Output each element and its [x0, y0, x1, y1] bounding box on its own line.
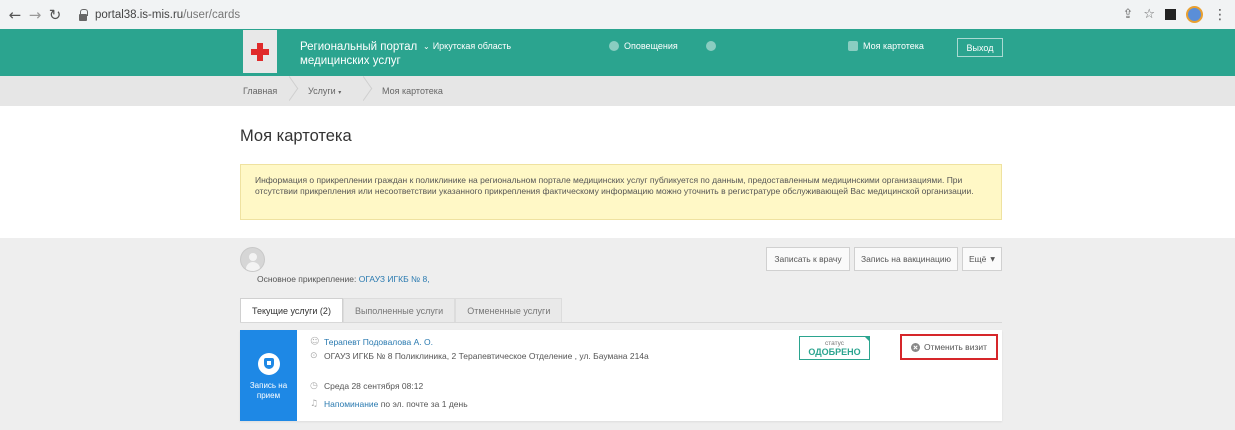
user-icon	[706, 41, 716, 51]
attachment-clinic-link[interactable]: ОГАУЗ ИГКБ № 8,	[359, 274, 430, 284]
breadcrumb-services-label: Услуги	[308, 86, 336, 96]
reminder-line: ♫ Напоминание по эл. почте за 1 день	[310, 399, 468, 410]
more-label: Ещё	[968, 254, 987, 264]
doctor-line: ☺ Терапевт Подовалова А. О.	[310, 337, 433, 348]
status-badge: статус ОДОБРЕНО	[799, 336, 870, 360]
forward-arrow-icon[interactable]: →	[25, 6, 45, 24]
address-text: ОГАУЗ ИГКБ № 8 Поликлиника, 2 Терапевтич…	[324, 351, 649, 361]
chevron-down-icon: ⌄	[423, 42, 430, 51]
more-button[interactable]: Ещё ▼	[962, 247, 1002, 271]
caret-down-icon: ▼	[990, 255, 995, 263]
appointment-type-panel: Запись на прием	[240, 330, 297, 421]
url-path: /user/cards	[183, 8, 241, 21]
status-value: ОДОБРЕНО	[808, 347, 861, 357]
reload-icon[interactable]: ↻	[45, 6, 65, 24]
region-label: Иркутская область	[432, 41, 512, 51]
breadcrumb-separator	[356, 78, 368, 104]
clock-icon: ◷	[310, 381, 318, 391]
bookmark-star-icon[interactable]: ☆	[1143, 7, 1155, 22]
tabs-divider	[240, 322, 1002, 323]
breadcrumb-home[interactable]: Главная	[243, 86, 277, 96]
primary-attachment: Основное прикрепление: ОГАУЗ ИГКБ № 8,	[257, 274, 430, 284]
doctor-icon: ☺	[310, 337, 320, 347]
back-arrow-icon[interactable]: ←	[5, 6, 25, 24]
tab-cancelled-services[interactable]: Отмененные услуги	[455, 298, 563, 322]
user-menu[interactable]	[706, 41, 716, 51]
book-doctor-button[interactable]: Записать к врачу	[766, 247, 850, 271]
location-pin-icon: ⊙	[310, 351, 318, 361]
breadcrumb: Главная Услуги ▾ Моя картотека	[0, 76, 1235, 106]
browser-toolbar: ← → ↻ portal38.is-mis.ru/user/cards ⇪ ☆ …	[0, 0, 1235, 29]
site-header: Региональный портал медицинских услуг ⌄ И…	[0, 29, 1235, 76]
close-circle-icon	[910, 342, 920, 352]
browser-actions: ⇪ ☆ ⋮	[1122, 6, 1227, 23]
profile-avatar-icon[interactable]	[1186, 6, 1203, 23]
breadcrumb-current: Моя картотека	[382, 86, 443, 96]
region-selector[interactable]: ⌄ Иркутская область	[423, 41, 511, 51]
tab-current-services[interactable]: Текущие услуги (2)	[240, 298, 343, 322]
portal-logo[interactable]	[243, 30, 277, 73]
portal-title[interactable]: Региональный портал медицинских услуг	[300, 40, 417, 68]
status-caption: статус	[824, 340, 845, 347]
notifications-label: Оповещения	[624, 41, 678, 51]
cancel-visit-button[interactable]: Отменить визит	[900, 334, 998, 360]
datetime-line: ◷ Среда 28 сентября 08:12	[310, 381, 423, 392]
notifications-link[interactable]: Оповещения	[609, 41, 678, 51]
bell-icon	[609, 41, 619, 51]
card-icon	[848, 41, 858, 51]
red-cross-icon	[251, 42, 269, 61]
reminder-text: по эл. почте за 1 день	[380, 399, 468, 409]
tab-completed-services[interactable]: Выполненные услуги	[342, 298, 456, 322]
address-line: ⊙ ОГАУЗ ИГКБ № 8 Поликлиника, 2 Терапевт…	[310, 351, 650, 362]
reminder-link[interactable]: Напоминание	[324, 399, 378, 409]
datetime-text: Среда 28 сентября 08:12	[324, 381, 424, 391]
bell-outline-icon: ♫	[310, 399, 319, 409]
my-card-label: Моя картотека	[863, 41, 924, 51]
breadcrumb-separator	[282, 78, 294, 104]
portal-title-line1: Региональный портал	[300, 41, 418, 53]
logout-button[interactable]: Выход	[957, 38, 1003, 57]
appointment-card: Запись на прием ☺ Терапевт Подовалова А.…	[240, 330, 1002, 421]
services-tabs: Текущие услуги (2) Выполненные услуги От…	[240, 298, 563, 322]
url-host: portal38.is-mis.ru	[95, 8, 184, 21]
browser-menu-icon[interactable]: ⋮	[1213, 7, 1227, 23]
appointment-badge-icon	[257, 353, 280, 375]
book-vaccination-button[interactable]: Запись на вакцинацию	[854, 247, 958, 271]
info-notice: Информация о прикреплении граждан к поли…	[240, 164, 1002, 220]
my-card-link[interactable]: Моя картотека	[848, 41, 924, 51]
attachment-label: Основное прикрепление:	[257, 274, 357, 284]
share-icon[interactable]: ⇪	[1122, 7, 1133, 22]
breadcrumb-services[interactable]: Услуги ▾	[308, 86, 341, 96]
address-bar[interactable]: portal38.is-mis.ru/user/cards	[95, 9, 240, 21]
lock-icon	[77, 8, 89, 22]
caret-down-icon: ▾	[338, 89, 342, 96]
appointment-type-label: Запись на прием	[249, 381, 288, 400]
extension-icon[interactable]	[1165, 9, 1176, 20]
user-avatar-icon	[240, 247, 265, 272]
portal-title-line2: медицинских услуг	[300, 55, 401, 67]
cancel-visit-label: Отменить визит	[923, 342, 987, 352]
page-title: Моя картотека	[240, 127, 352, 145]
doctor-link[interactable]: Терапевт Подовалова А. О.	[324, 337, 433, 348]
